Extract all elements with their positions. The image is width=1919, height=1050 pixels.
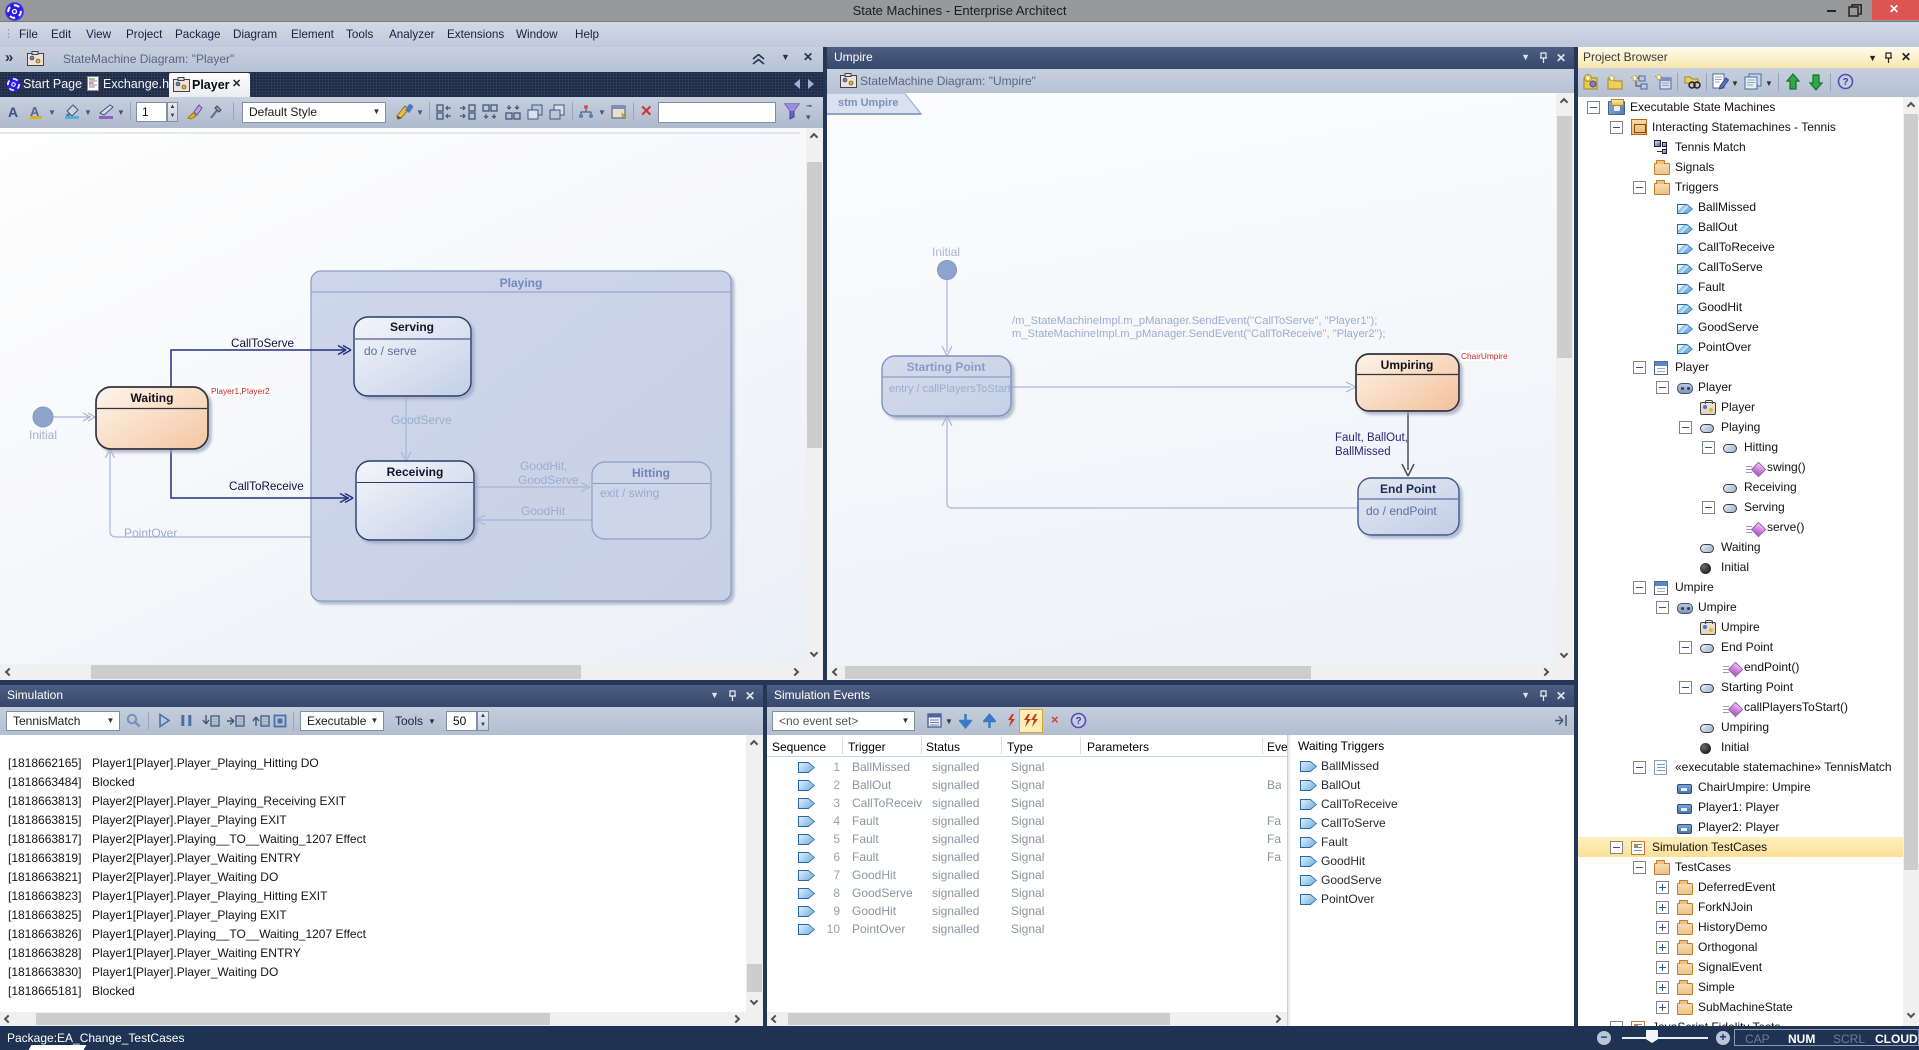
svg-text:Hitting: Hitting [632,466,670,480]
svg-text:/m_StateMachineImpl.m_pManager: /m_StateMachineImpl.m_pManager.SendEvent… [1012,315,1377,327]
svg-text:Receiving: Receiving [387,465,444,479]
svg-text:End Point: End Point [1380,482,1436,496]
svg-text:GoodHit: GoodHit [521,504,566,518]
svg-text:exit / swing: exit / swing [600,486,659,500]
svg-text:entry / callPlayersToStart: entry / callPlayersToStart [889,383,1011,395]
svg-text:CallToServe: CallToServe [231,337,294,350]
svg-text:Starting Point: Starting Point [907,360,986,374]
svg-text:Playing: Playing [500,276,543,290]
svg-text:Umpiring: Umpiring [1381,358,1434,372]
svg-text:do / serve: do / serve [364,344,417,358]
svg-text:do / endPoint: do / endPoint [1366,504,1437,518]
svg-text:PointOver: PointOver [124,526,177,540]
svg-text:ChairUmpire: ChairUmpire [1461,351,1508,361]
svg-text:Serving: Serving [390,320,434,334]
svg-text:Initial: Initial [29,428,57,442]
svg-text:BallMissed: BallMissed [1335,446,1391,458]
svg-text:GoodServe: GoodServe [391,413,452,427]
svg-text:GoodHit,: GoodHit, [520,459,567,473]
svg-text:m_StateMachineImpl.m_pManager.: m_StateMachineImpl.m_pManager.SendEvent(… [1012,328,1385,340]
svg-text:GoodServe: GoodServe [518,473,579,487]
svg-text:Fault, BallOut,: Fault, BallOut, [1335,432,1408,444]
svg-text:CallToReceive: CallToReceive [229,480,304,493]
svg-text:Waiting: Waiting [131,391,174,405]
svg-text:Player1,Player2: Player1,Player2 [211,386,270,396]
svg-text:?: ? [1075,716,1081,727]
svg-text:?: ? [1842,77,1848,88]
svg-text:Initial: Initial [932,245,960,259]
